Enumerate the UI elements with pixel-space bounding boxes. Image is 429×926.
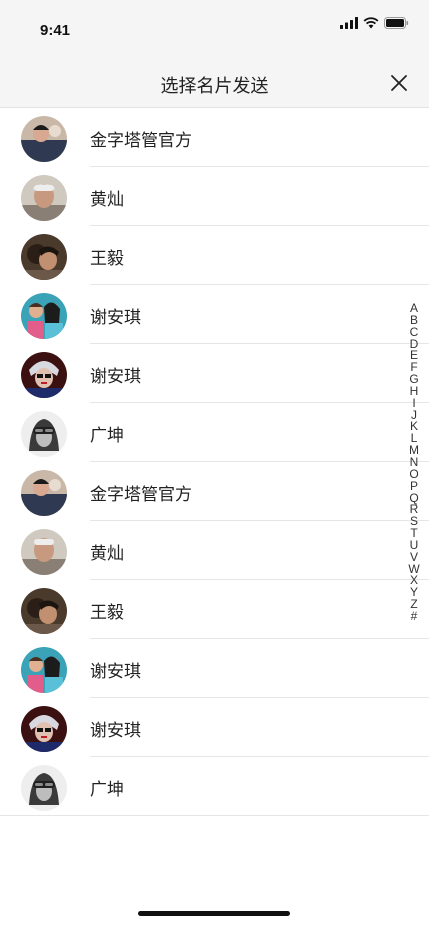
contact-row[interactable]: 谢安琪	[0, 698, 429, 757]
contact-row[interactable]: 王毅	[0, 580, 429, 639]
contact-name: 黄灿	[90, 190, 124, 209]
status-icons	[340, 16, 409, 30]
contact-row[interactable]: 黄灿	[0, 521, 429, 580]
contact-row[interactable]: 金字塔管官方	[0, 462, 429, 521]
avatar	[21, 647, 67, 693]
contact-name: 谢安琪	[90, 721, 141, 740]
status-time: 9:41	[40, 22, 71, 39]
contact-name: 谢安琪	[90, 308, 141, 327]
contact-name: 黄灿	[90, 544, 124, 563]
contact-row[interactable]: 广坤	[0, 757, 429, 816]
contact-row[interactable]: 王毅	[0, 226, 429, 285]
divider	[0, 815, 429, 816]
wifi-icon	[363, 17, 379, 29]
contact-row[interactable]: 金字塔管官方	[0, 108, 429, 167]
contact-row[interactable]: 黄灿	[0, 167, 429, 226]
avatar	[21, 588, 67, 634]
contact-name: 王毅	[90, 249, 124, 268]
page-title: 选择名片发送	[160, 76, 269, 96]
contact-name: 广坤	[90, 426, 124, 445]
avatar	[21, 352, 67, 398]
contact-name: 谢安琪	[90, 662, 141, 681]
contact-row[interactable]: 谢安琪	[0, 285, 429, 344]
contact-name: 金字塔管官方	[90, 485, 192, 504]
nav-bar: 选择名片发送	[0, 60, 429, 108]
close-icon	[391, 75, 407, 91]
contact-name: 谢安琪	[90, 367, 141, 386]
avatar	[21, 765, 67, 811]
battery-icon	[384, 17, 409, 29]
contact-name: 金字塔管官方	[90, 131, 192, 150]
contact-row[interactable]: 谢安琪	[0, 639, 429, 698]
avatar	[21, 175, 67, 221]
avatar	[21, 470, 67, 516]
avatar	[21, 706, 67, 752]
contact-name: 王毅	[90, 603, 124, 622]
contact-list: 金字塔管官方 黄灿 王毅 谢安琪 谢安琪 广坤 金字塔管官方 黄灿 王毅 谢安琪…	[0, 108, 429, 816]
avatar	[21, 293, 67, 339]
avatar	[21, 529, 67, 575]
home-indicator	[138, 911, 290, 916]
contact-row[interactable]: 广坤	[0, 403, 429, 462]
close-button[interactable]	[387, 71, 411, 95]
avatar	[21, 234, 67, 280]
signal-icon	[340, 17, 358, 29]
alphabet-index[interactable]: A B C D E F G H I J K L M N O P Q R S T …	[407, 302, 421, 623]
avatar	[21, 411, 67, 457]
status-bar: 9:41	[0, 0, 429, 60]
avatar	[21, 116, 67, 162]
index-letter[interactable]: #	[411, 610, 418, 623]
contact-name: 广坤	[90, 780, 124, 799]
contact-row[interactable]: 谢安琪	[0, 344, 429, 403]
